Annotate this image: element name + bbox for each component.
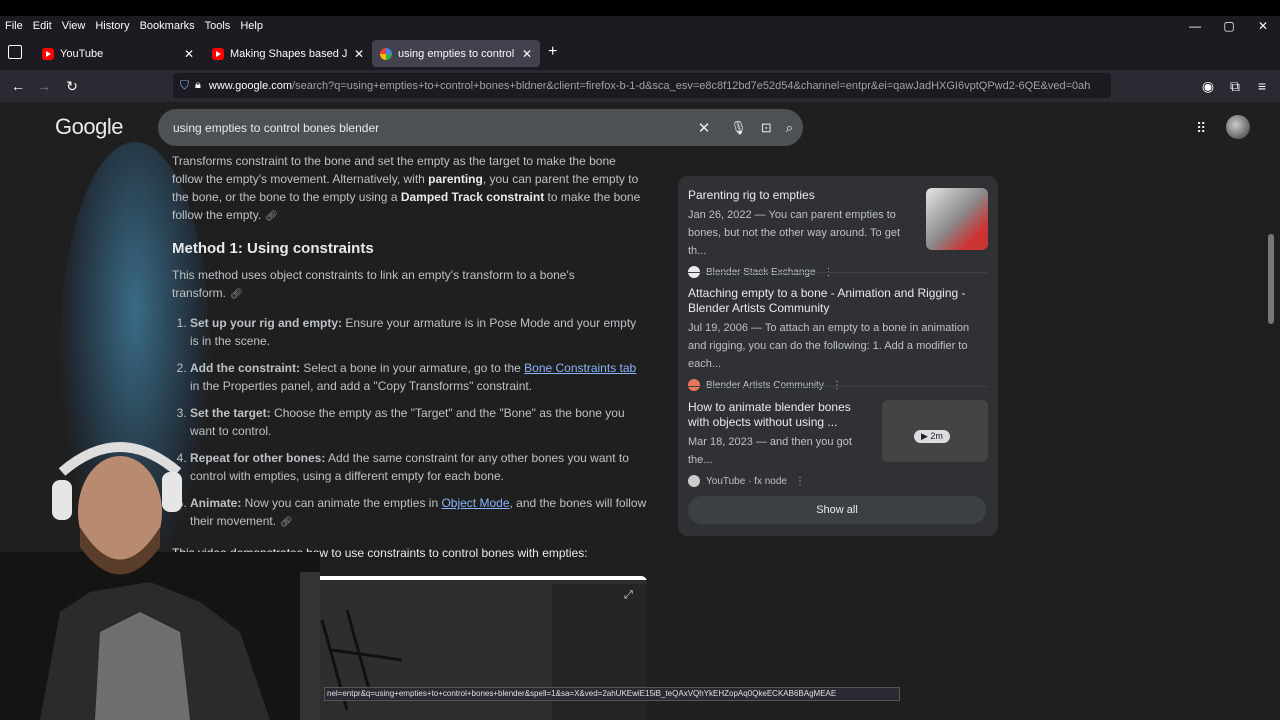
back-icon[interactable]: ← (7, 76, 29, 96)
tab-label: Making Shapes based JIGGLE C (230, 47, 348, 60)
divider (688, 386, 988, 387)
menu-history[interactable]: History (90, 20, 134, 32)
google-logo[interactable]: Google (55, 114, 123, 140)
clear-icon[interactable]: ✕ (698, 119, 711, 137)
site-name: Blender Artists Community (706, 379, 824, 391)
apps-grid-icon[interactable]: ⠿ (1196, 120, 1206, 137)
intro-paragraph: Transforms constraint to the bone and se… (172, 152, 647, 226)
tab-label: using empties to control bones (398, 47, 516, 60)
youtube-icon (42, 47, 54, 60)
close-icon[interactable]: ✕ (522, 47, 532, 61)
tab-youtube[interactable]: YouTube ✕ (34, 40, 202, 67)
menu-view[interactable]: View (57, 20, 91, 32)
source-snippet: Jul 19, 2006 — To attach an empty to a b… (688, 322, 970, 370)
browser-window: File Edit View History Bookmarks Tools H… (0, 0, 1280, 720)
source-site: YouTube · fx node ⋮ (688, 475, 988, 487)
show-all-button[interactable]: Show all (688, 496, 986, 524)
source-site: Blender Artists Community ⋮ (688, 379, 988, 391)
step-title: Set the target: (190, 406, 271, 420)
tab-label: YouTube (60, 47, 104, 60)
menu-edit[interactable]: Edit (28, 20, 57, 32)
avatar[interactable] (1226, 115, 1250, 139)
list-item: Add the constraint: Select a bone in you… (190, 359, 647, 395)
svg-text:⤢: ⤢ (624, 588, 633, 601)
status-link-preview: nel=entpr&q=using+empties+to+control+bon… (324, 687, 900, 701)
menu-bar: File Edit View History Bookmarks Tools H… (0, 16, 1280, 36)
streamer-webcam-overlay (0, 442, 320, 720)
scrollbar[interactable] (1268, 234, 1274, 324)
method-heading: Method 1: Using constraints (172, 240, 374, 257)
step-title: Set up your rig and empty: (190, 316, 343, 330)
search-box-icons: ✕ 🎙︎ ⊡ ⌕ (698, 109, 793, 146)
source-card[interactable]: Parenting rig to empties Jan 26, 2022 — … (688, 188, 988, 278)
blenderartists-favicon-icon (688, 379, 700, 391)
source-snippet: Mar 18, 2023 — and then you got the... (688, 436, 852, 466)
minimize-icon[interactable]: — (1178, 16, 1212, 36)
link-icon[interactable]: 🔗︎ (265, 211, 278, 222)
menu-file[interactable]: File (0, 20, 28, 32)
new-tab-button[interactable]: + (548, 43, 557, 61)
url-path: /search?q=using+empties+to+control+bones… (292, 79, 1091, 92)
tab-google-search[interactable]: using empties to control bones ✕ (372, 40, 540, 67)
forward-icon[interactable]: → (33, 76, 55, 96)
top-black-strip (0, 0, 1280, 16)
google-icon (380, 47, 392, 60)
youtube-icon (212, 47, 224, 60)
duration: 2m (930, 431, 943, 441)
step-text: in the Properties panel, and add a "Copy… (190, 379, 533, 393)
site-name: YouTube · fx node (706, 475, 787, 487)
maximize-icon[interactable]: ▢ (1212, 16, 1246, 36)
url-text[interactable]: www.google.com/search?q=using+empties+to… (209, 80, 1111, 92)
bold-text: parenting (428, 172, 483, 186)
source-card[interactable]: Attaching empty to a bone - Animation an… (688, 286, 988, 391)
method-description: This method uses object constraints to l… (172, 266, 647, 304)
search-query: using empties to control bones blender (173, 120, 380, 135)
menu-help[interactable]: Help (235, 20, 268, 32)
microphone-icon[interactable]: 🎙︎ (730, 120, 747, 136)
tab-bar: YouTube ✕ Making Shapes based JIGGLE C ✕… (0, 36, 1280, 70)
search-results-page: Google using empties to control bones bl… (0, 102, 1280, 720)
step-text: Select a bone in your armature, go to th… (300, 361, 525, 375)
tab-making-shapes[interactable]: Making Shapes based JIGGLE C ✕ (204, 40, 372, 67)
source-card[interactable]: How to animate blender bones with object… (688, 400, 988, 487)
source-title[interactable]: Attaching empty to a bone - Animation an… (688, 286, 988, 316)
close-icon[interactable]: ✕ (184, 47, 194, 61)
url-bar[interactable]: ⛉ 🔒︎ www.google.com/search?q=using+empti… (173, 73, 1111, 98)
sources-panel: Parenting rig to empties Jan 26, 2022 — … (678, 176, 998, 536)
more-options-icon[interactable]: ⋮ (795, 476, 805, 487)
extensions-icon[interactable]: ⧉ (1224, 76, 1246, 96)
video-thumbnail[interactable]: ▶ 2m (882, 400, 988, 462)
video-duration-badge: ▶ 2m (914, 430, 950, 443)
search-input[interactable]: using empties to control bones blender ✕… (158, 109, 803, 146)
source-title[interactable]: Parenting rig to empties (688, 188, 908, 203)
url-domain: www.google.com (208, 79, 293, 92)
source-title[interactable]: How to animate blender bones with object… (688, 400, 868, 430)
source-thumbnail[interactable] (926, 188, 988, 250)
divider (688, 272, 988, 273)
window-controls: — ▢ ✕ (1178, 16, 1280, 36)
step-title: Add the constraint: (190, 361, 300, 375)
bone-constraints-link[interactable]: Bone Constraints tab (524, 361, 636, 375)
lock-icon[interactable]: 🔒︎ (195, 79, 201, 92)
more-options-icon[interactable]: ⋮ (832, 380, 842, 391)
close-icon[interactable]: ✕ (354, 47, 364, 61)
source-snippet: Jan 26, 2022 — You can parent empties to… (688, 209, 901, 257)
shield-icon[interactable]: ⛉ (180, 78, 189, 93)
bold-text: Damped Track constraint (400, 190, 545, 204)
youtube-channel-avatar-icon (688, 475, 700, 487)
close-window-icon[interactable]: ✕ (1246, 16, 1280, 36)
account-icon[interactable]: ◉ (1197, 76, 1219, 96)
reload-icon[interactable]: ↻ (61, 76, 83, 96)
menu-tools[interactable]: Tools (200, 20, 236, 32)
link-icon[interactable]: 🔗︎ (230, 289, 243, 300)
search-icon[interactable]: ⌕ (786, 120, 793, 136)
menu-icon[interactable]: ≡ (1251, 76, 1273, 96)
tab-list-icon[interactable] (8, 45, 22, 59)
object-mode-link[interactable]: Object Mode (441, 496, 509, 510)
lens-icon[interactable]: ⊡ (761, 120, 772, 136)
menu-bookmarks[interactable]: Bookmarks (135, 20, 200, 32)
list-item: Set up your rig and empty: Ensure your a… (190, 314, 647, 350)
